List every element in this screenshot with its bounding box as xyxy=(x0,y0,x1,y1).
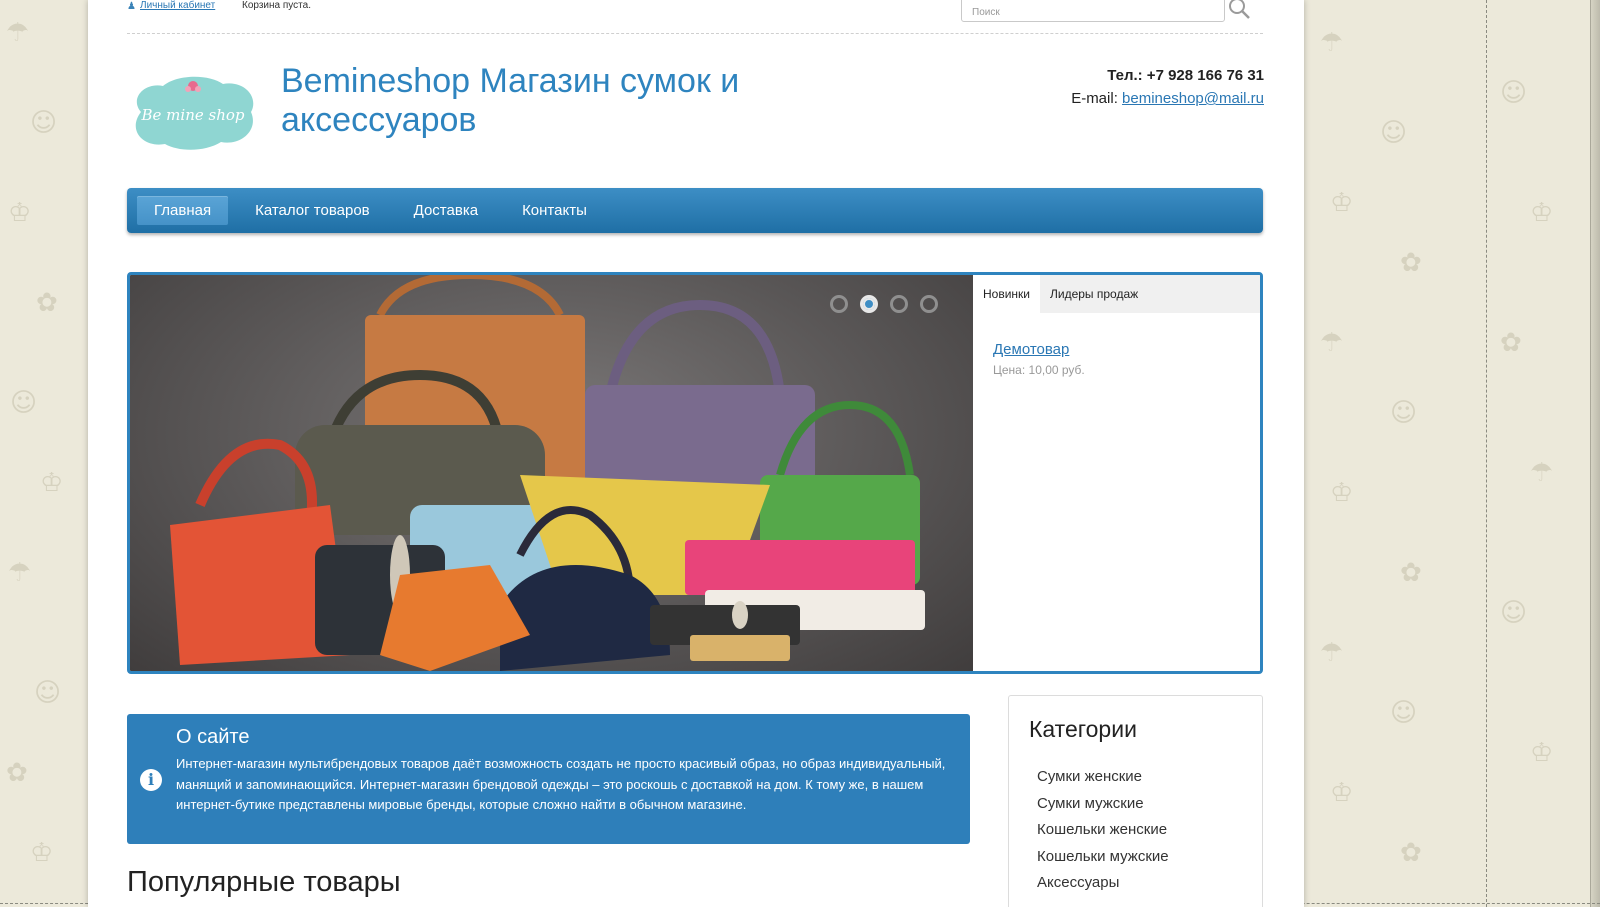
user-icon: ♟ xyxy=(127,1,136,12)
page-container: ♟ Личный кабинет Корзина пуста. Be mine … xyxy=(88,0,1304,907)
about-title: О сайте xyxy=(176,726,250,748)
categories-list: Сумки женские Сумки мужские Кошельки жен… xyxy=(1037,764,1169,897)
category-item[interactable]: Сумки мужские xyxy=(1037,791,1169,818)
tab-new-products[interactable]: Новинки xyxy=(973,275,1040,313)
nav-contacts[interactable]: Контакты xyxy=(505,196,604,225)
category-item[interactable]: Аксессуары xyxy=(1037,870,1169,897)
nav-catalog[interactable]: Каталог товаров xyxy=(238,196,387,225)
category-item[interactable]: Кошельки мужские xyxy=(1037,844,1169,871)
nav-delivery[interactable]: Доставка xyxy=(397,196,495,225)
slider-dot[interactable] xyxy=(920,295,938,313)
slider-dots xyxy=(830,295,938,313)
popular-products-title: Популярные товары xyxy=(127,866,401,898)
main-nav: Главная Каталог товаров Доставка Контакт… xyxy=(127,188,1263,233)
nav-home[interactable]: Главная xyxy=(137,196,229,225)
email-label: E-mail: xyxy=(1071,90,1118,107)
hero-slider: Новинки Лидеры продаж Демотовар Цена: 10… xyxy=(127,272,1263,674)
svg-text:Be mine shop: Be mine shop xyxy=(141,106,245,124)
email-link[interactable]: bemineshop@mail.ru xyxy=(1122,90,1264,107)
slider-dot[interactable] xyxy=(830,295,848,313)
search-input[interactable] xyxy=(961,0,1225,22)
site-title[interactable]: Bemineshop Магазин сумок и аксессуаров xyxy=(281,62,801,140)
cart-status: Корзина пуста. xyxy=(242,0,311,11)
email-row: E-mail: bemineshop@mail.ru xyxy=(1071,87,1264,110)
topbar: ♟ Личный кабинет Корзина пуста. xyxy=(127,0,1263,34)
product-link[interactable]: Демотовар xyxy=(993,341,1069,358)
about-text: Интернет-магазин мультибрендовых товаров… xyxy=(176,756,946,812)
site-logo[interactable]: Be mine shop xyxy=(127,72,259,152)
product-price: Цена: 10,00 руб. xyxy=(993,363,1085,377)
about-panel: i О сайте Интернет-магазин мультибрендов… xyxy=(127,714,970,844)
products-tabs-panel: Новинки Лидеры продаж Демотовар Цена: 10… xyxy=(973,275,1260,671)
slider-image[interactable] xyxy=(130,275,973,671)
category-item[interactable]: Сумки женские xyxy=(1037,764,1169,791)
slider-dot[interactable] xyxy=(890,295,908,313)
account-link[interactable]: Личный кабинет xyxy=(140,0,215,11)
slider-dot-active[interactable] xyxy=(860,295,878,313)
search-icon[interactable] xyxy=(1227,0,1251,20)
phone-number: Тел.: +7 928 166 76 31 xyxy=(1107,67,1264,84)
categories-panel: Категории Сумки женские Сумки мужские Ко… xyxy=(1008,695,1263,907)
category-item[interactable]: Кошельки женские xyxy=(1037,817,1169,844)
categories-title: Категории xyxy=(1029,716,1137,742)
tab-bar: Новинки Лидеры продаж xyxy=(973,275,1260,313)
contacts-block: Тел.: +7 928 166 76 31 E-mail: beminesho… xyxy=(1071,64,1264,110)
right-panel-edge xyxy=(1486,0,1600,907)
tab-bestsellers[interactable]: Лидеры продаж xyxy=(1040,275,1148,313)
info-icon: i xyxy=(140,769,162,791)
